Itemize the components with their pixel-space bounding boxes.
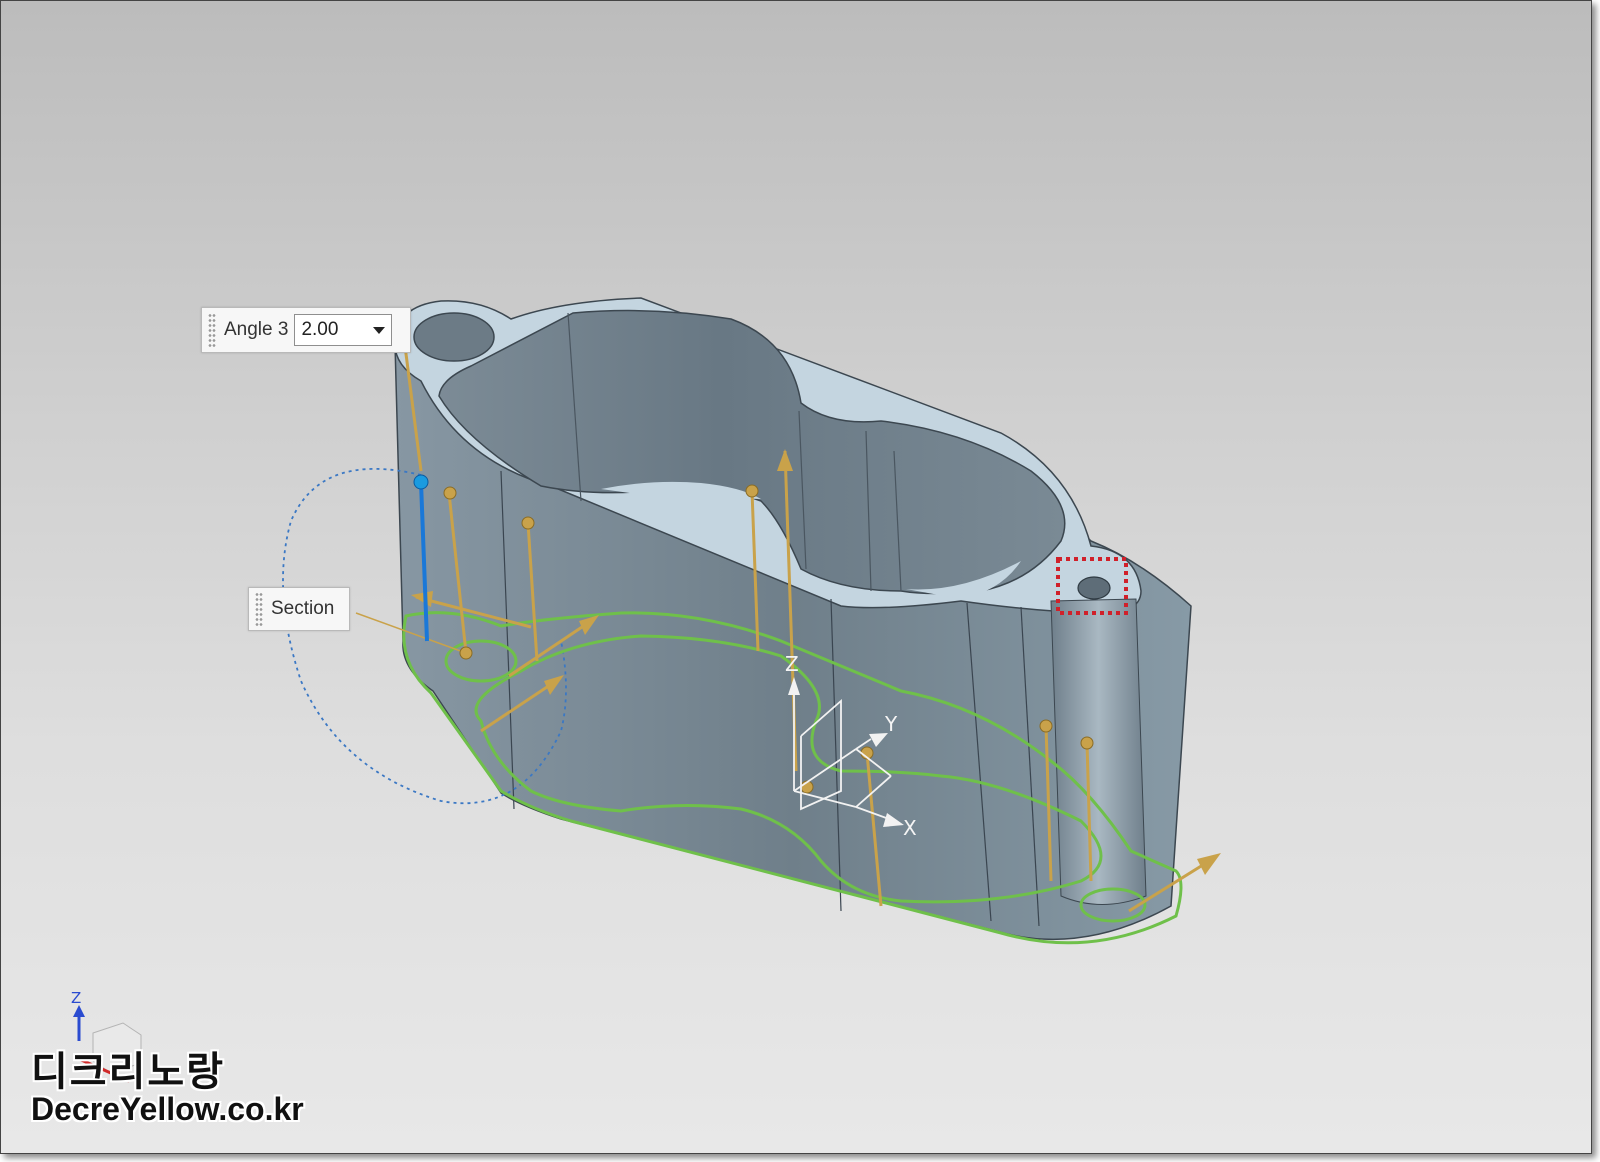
csys-x-label: X [903, 816, 917, 840]
graphics-window[interactable]: Z Y X Z Angle 3 2.00 Section 디크리노랑 Decre… [0, 0, 1592, 1154]
left-bolt-hole[interactable] [413, 312, 495, 362]
selected-vector-handle[interactable] [413, 474, 429, 490]
angle-value-field[interactable]: 2.00 [294, 314, 393, 346]
angle-input-box[interactable]: Angle 3 2.00 [201, 307, 411, 353]
csys-y-label: Y [884, 712, 898, 736]
triad-z-label: Z [71, 989, 81, 1007]
drag-grip-icon[interactable] [255, 592, 263, 626]
section-label-box[interactable]: Section [248, 587, 350, 631]
angle-value[interactable]: 2.00 [301, 319, 338, 341]
model-scene[interactable]: Z Y X Z [1, 1, 1591, 1153]
arrowhead-icon [1197, 853, 1221, 875]
watermark-korean: 디크리노랑 [31, 1049, 225, 1095]
angle-label: Angle 3 [224, 319, 289, 340]
right-boss[interactable] [1050, 598, 1147, 905]
drag-grip-icon[interactable] [208, 313, 216, 347]
right-bolt-hole[interactable] [1077, 576, 1111, 600]
csys-z-label: Z [785, 652, 799, 676]
dropdown-caret-icon[interactable] [373, 326, 386, 334]
watermark-url: DecreYellow.co.kr [31, 1091, 304, 1127]
section-label: Section [271, 598, 335, 619]
